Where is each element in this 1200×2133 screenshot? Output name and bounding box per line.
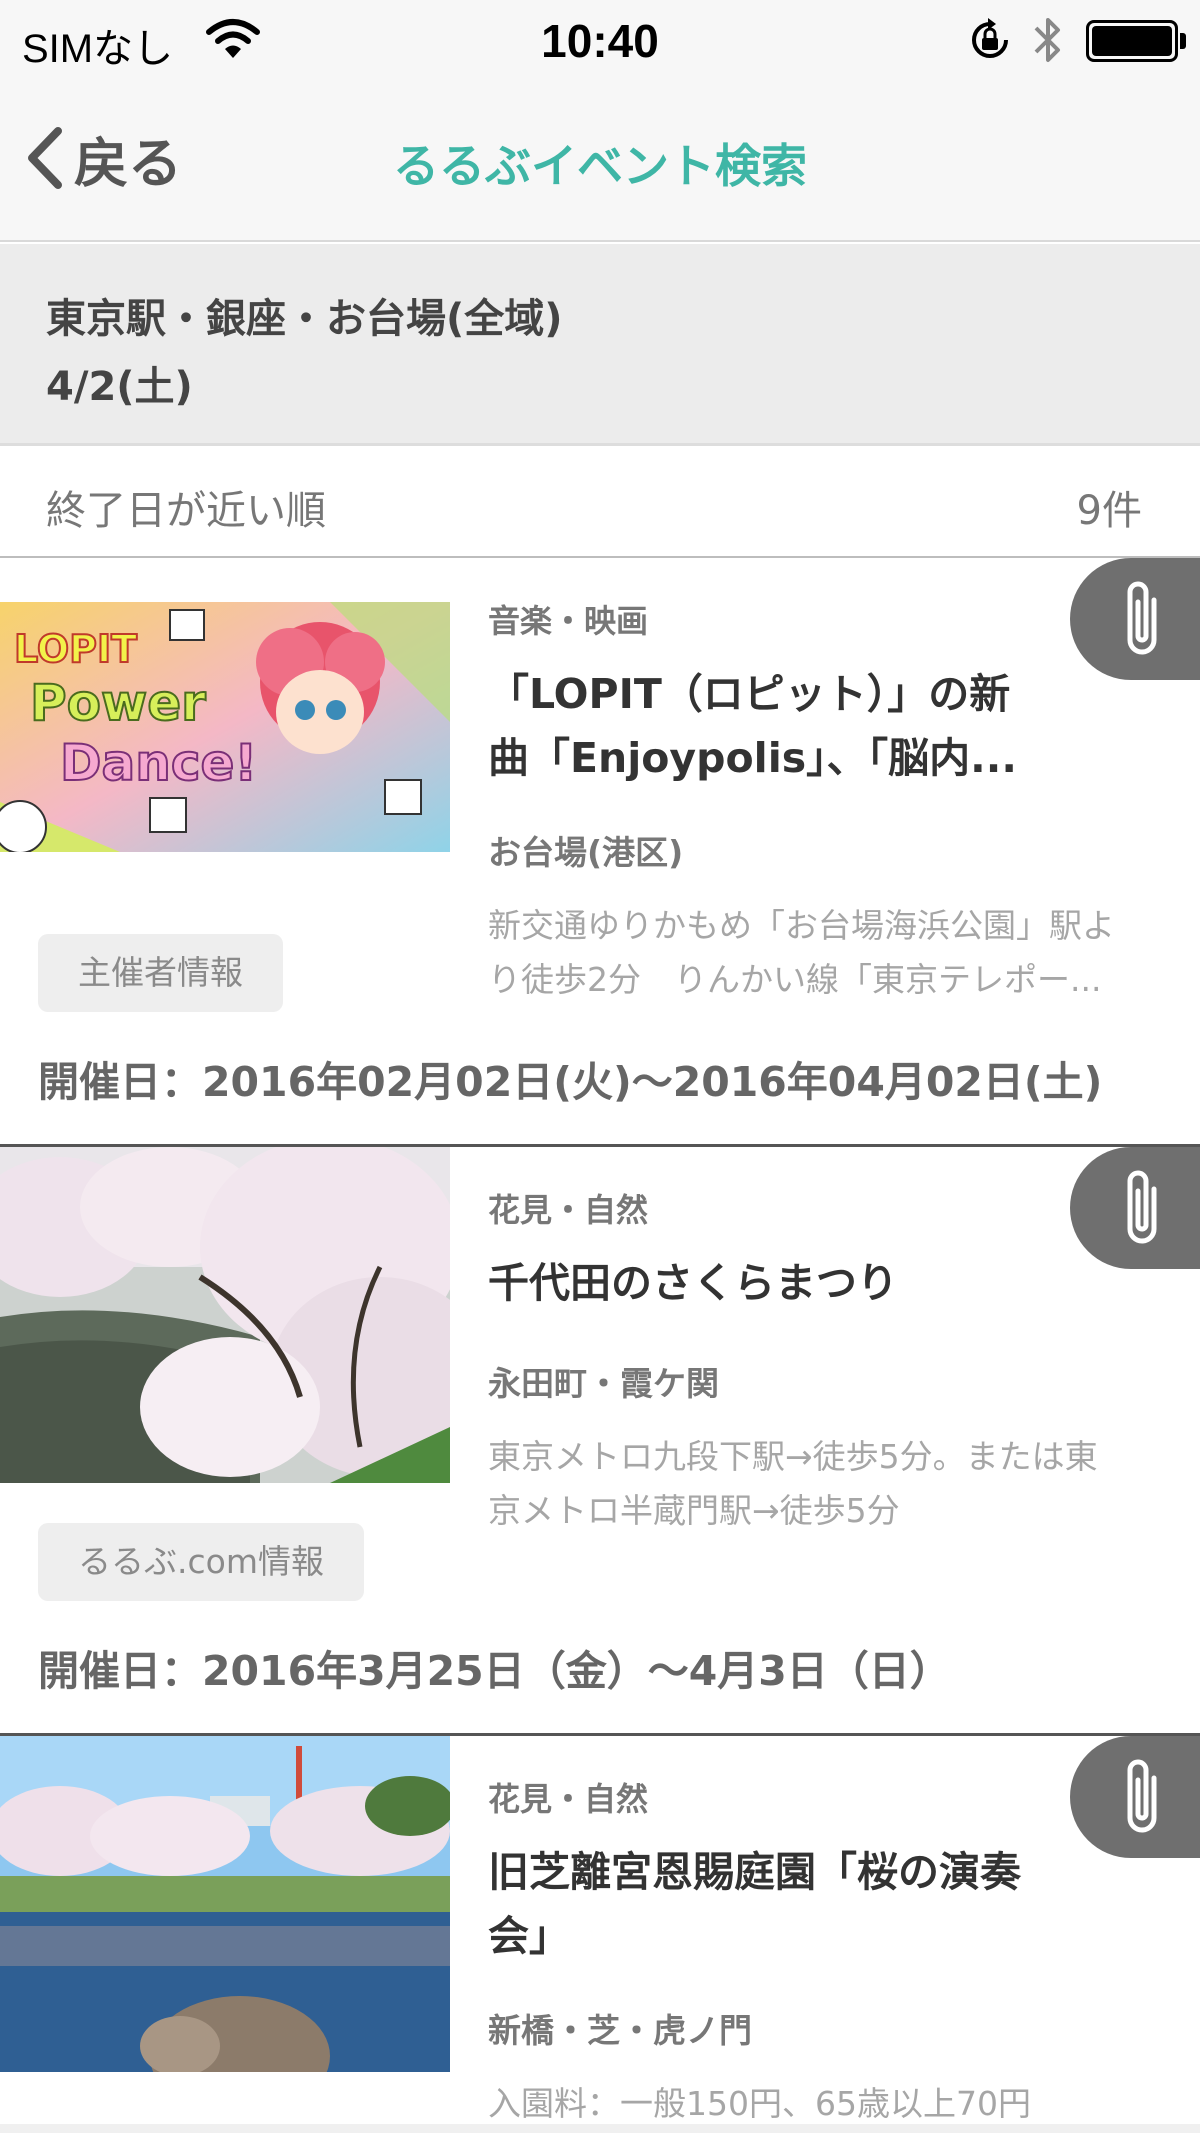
event-location: 新橋・芝・虎ノ門 <box>488 2011 752 2050</box>
page-title: るるぶイベント検索 <box>393 139 807 193</box>
event-card[interactable]: 花見・自然 旧芝離宮恩賜庭園「桜の演奏 会」 新橋・芝・虎ノ門 入園料：一般15… <box>0 1736 1200 2133</box>
event-category: 音楽・映画 <box>488 602 649 640</box>
event-card[interactable]: 花見・自然 千代田のさくらまつり 永田町・霞ケ関 東京メトロ九段下駅→徒歩5分。… <box>0 1147 1200 1736</box>
search-condition-panel[interactable]: 東京駅・銀座・お台場(全域) 4/2(土) <box>0 244 1200 446</box>
event-category: 花見・自然 <box>488 1191 649 1229</box>
battery-tip <box>1180 33 1186 49</box>
event-title-line2: 曲「Enjoypolis」、「脳内... <box>488 734 1017 782</box>
event-access-line1: 東京メトロ九段下駅→徒歩5分。または東 <box>488 1437 1098 1476</box>
rurubu-info-button[interactable]: るるぶ.com情報 <box>38 1523 364 1601</box>
event-thumbnail: LOPIT Power Dance! <box>0 602 450 852</box>
event-location: 永田町・霞ケ関 <box>488 1364 719 1403</box>
event-thumbnail <box>0 1147 450 1483</box>
event-title-line1: 「LOPIT（ロピット）」の新 <box>488 670 1011 718</box>
navigation-bar: 戻る るるぶイベント検索 <box>0 80 1200 242</box>
event-access-line2: り徒歩2分 りんかい線「東京テレポー... <box>488 960 1102 999</box>
event-title-line2: 会」 <box>488 1912 570 1960</box>
sort-order-label: 終了日が近い順 <box>46 488 326 534</box>
sort-row[interactable]: 終了日が近い順 9件 <box>0 448 1200 558</box>
clock: 10:40 <box>541 15 659 67</box>
event-period: 開催日：2016年02月02日(火)〜2016年04月02日(土) <box>38 1058 1103 1106</box>
event-access-line2: 京メトロ半蔵門駅→徒歩5分 <box>488 1491 900 1530</box>
bottom-edge <box>0 2124 1200 2133</box>
event-period: 開催日：2016年3月25日（金）〜4月3日（日） <box>38 1647 951 1695</box>
event-location: お台場(港区) <box>488 833 684 872</box>
event-card[interactable]: LOPIT Power Dance! 音楽・映画 「LOPIT（ロピット）」の新… <box>0 558 1200 1147</box>
clip-button[interactable] <box>1070 1147 1200 1269</box>
event-thumbnail <box>0 1736 450 2072</box>
bluetooth-icon <box>1034 18 1060 62</box>
paperclip-icon <box>1127 1759 1157 1833</box>
event-title-line1: 旧芝離宮恩賜庭園「桜の演奏 <box>488 1848 1021 1896</box>
event-access-line1: 入園料：一般150円、65歳以上70円 <box>488 2084 1031 2123</box>
result-count: 9件 <box>1076 488 1142 534</box>
clip-button[interactable] <box>1070 558 1200 680</box>
event-access-line1: 新交通ゆりかもめ「お台場海浜公園」駅よ <box>488 906 1115 945</box>
orientation-lock-icon <box>972 18 1008 58</box>
organizer-info-button[interactable]: 主催者情報 <box>38 934 283 1012</box>
search-area: 東京駅・銀座・お台場(全域) <box>46 296 563 342</box>
paperclip-icon <box>1127 1170 1157 1244</box>
status-bar: SIMなし 10:40 <box>0 0 1200 80</box>
image-text-dance: Dance! <box>60 734 257 792</box>
search-date: 4/2(土) <box>46 364 193 410</box>
event-category: 花見・自然 <box>488 1780 649 1818</box>
clip-button[interactable] <box>1070 1736 1200 1858</box>
battery-icon <box>1086 20 1178 62</box>
event-title-line1: 千代田のさくらまつり <box>488 1259 898 1307</box>
image-text-power: Power <box>30 674 206 732</box>
image-text-lopit: LOPIT <box>14 627 137 671</box>
paperclip-icon <box>1127 581 1157 655</box>
